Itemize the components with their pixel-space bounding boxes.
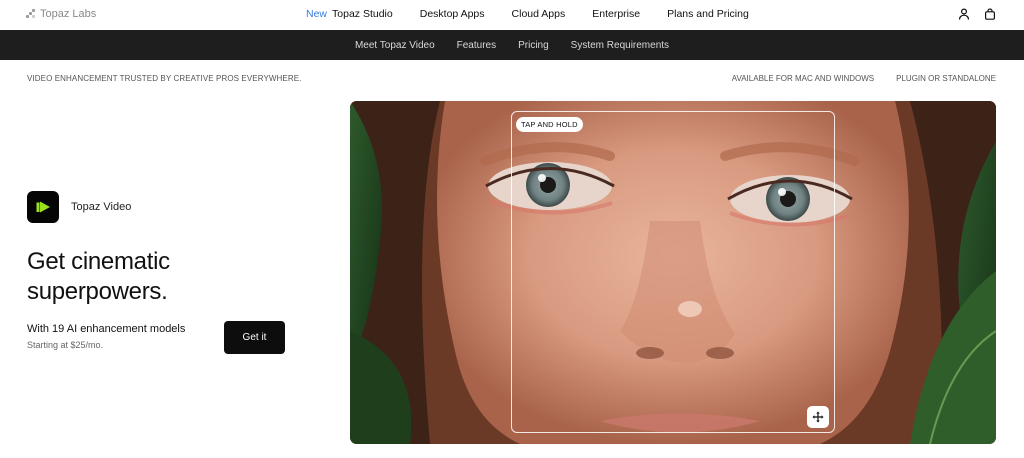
tap-and-hold-label: TAP AND HOLD (516, 117, 583, 132)
subnav-pricing[interactable]: Pricing (518, 40, 549, 51)
availability-notes: AVAILABLE FOR MAC AND WINDOWS PLUGIN OR … (732, 74, 996, 83)
subnav-features[interactable]: Features (457, 40, 496, 51)
comparison-frame[interactable] (511, 111, 835, 433)
pricing-summary: With 19 AI enhancement models Starting a… (27, 323, 185, 350)
nav-plans-and-pricing[interactable]: Plans and Pricing (667, 8, 749, 20)
models-summary: With 19 AI enhancement models (27, 323, 186, 335)
hero-headline: Get cinematic superpowers. (27, 247, 170, 307)
topaz-video-app-icon (27, 191, 59, 223)
starting-price: Starting at $25/mo. (27, 340, 104, 350)
nav-enterprise[interactable]: Enterprise (592, 8, 640, 20)
logo-mark-icon (26, 9, 36, 19)
subnav-system-requirements[interactable]: System Requirements (571, 40, 669, 51)
account-actions (958, 8, 996, 20)
trust-tagline: VIDEO ENHANCEMENT TRUSTED BY CREATIVE PR… (27, 74, 302, 83)
user-icon[interactable] (958, 8, 970, 20)
nav-topaz-studio[interactable]: Topaz Studio (332, 8, 393, 20)
headline-line-1: Get cinematic (27, 248, 170, 275)
logo-text: Topaz Labs (40, 8, 97, 20)
app-badge: Topaz Video (27, 191, 131, 223)
nav-desktop-apps[interactable]: Desktop Apps (420, 8, 485, 20)
new-badge: New (306, 8, 328, 20)
platform-note: AVAILABLE FOR MAC AND WINDOWS (731, 74, 875, 83)
shopping-bag-icon[interactable] (984, 8, 996, 20)
info-strip: VIDEO ENHANCEMENT TRUSTED BY CREATIVE PR… (0, 60, 1024, 100)
move-handle-button[interactable] (807, 406, 829, 428)
topaz-labs-logo[interactable]: Topaz Labs (26, 8, 96, 20)
nav-cloud-apps[interactable]: Cloud Apps (512, 8, 566, 20)
headline-line-2: superpowers. (27, 278, 168, 305)
main-nav: New Topaz Studio Desktop Apps Cloud Apps… (306, 8, 749, 20)
hero-video-preview: TAP AND HOLD (350, 101, 996, 444)
plugin-note: PLUGIN OR STANDALONE (896, 74, 996, 83)
app-name: Topaz Video (71, 201, 132, 213)
get-it-button[interactable]: Get it (224, 321, 285, 354)
product-subnav: Meet Topaz Video Features Pricing System… (0, 30, 1024, 60)
move-arrows-icon (812, 411, 824, 423)
top-navigation: Topaz Labs New Topaz Studio Desktop Apps… (0, 0, 1024, 30)
subnav-meet-topaz-video[interactable]: Meet Topaz Video (355, 40, 435, 51)
